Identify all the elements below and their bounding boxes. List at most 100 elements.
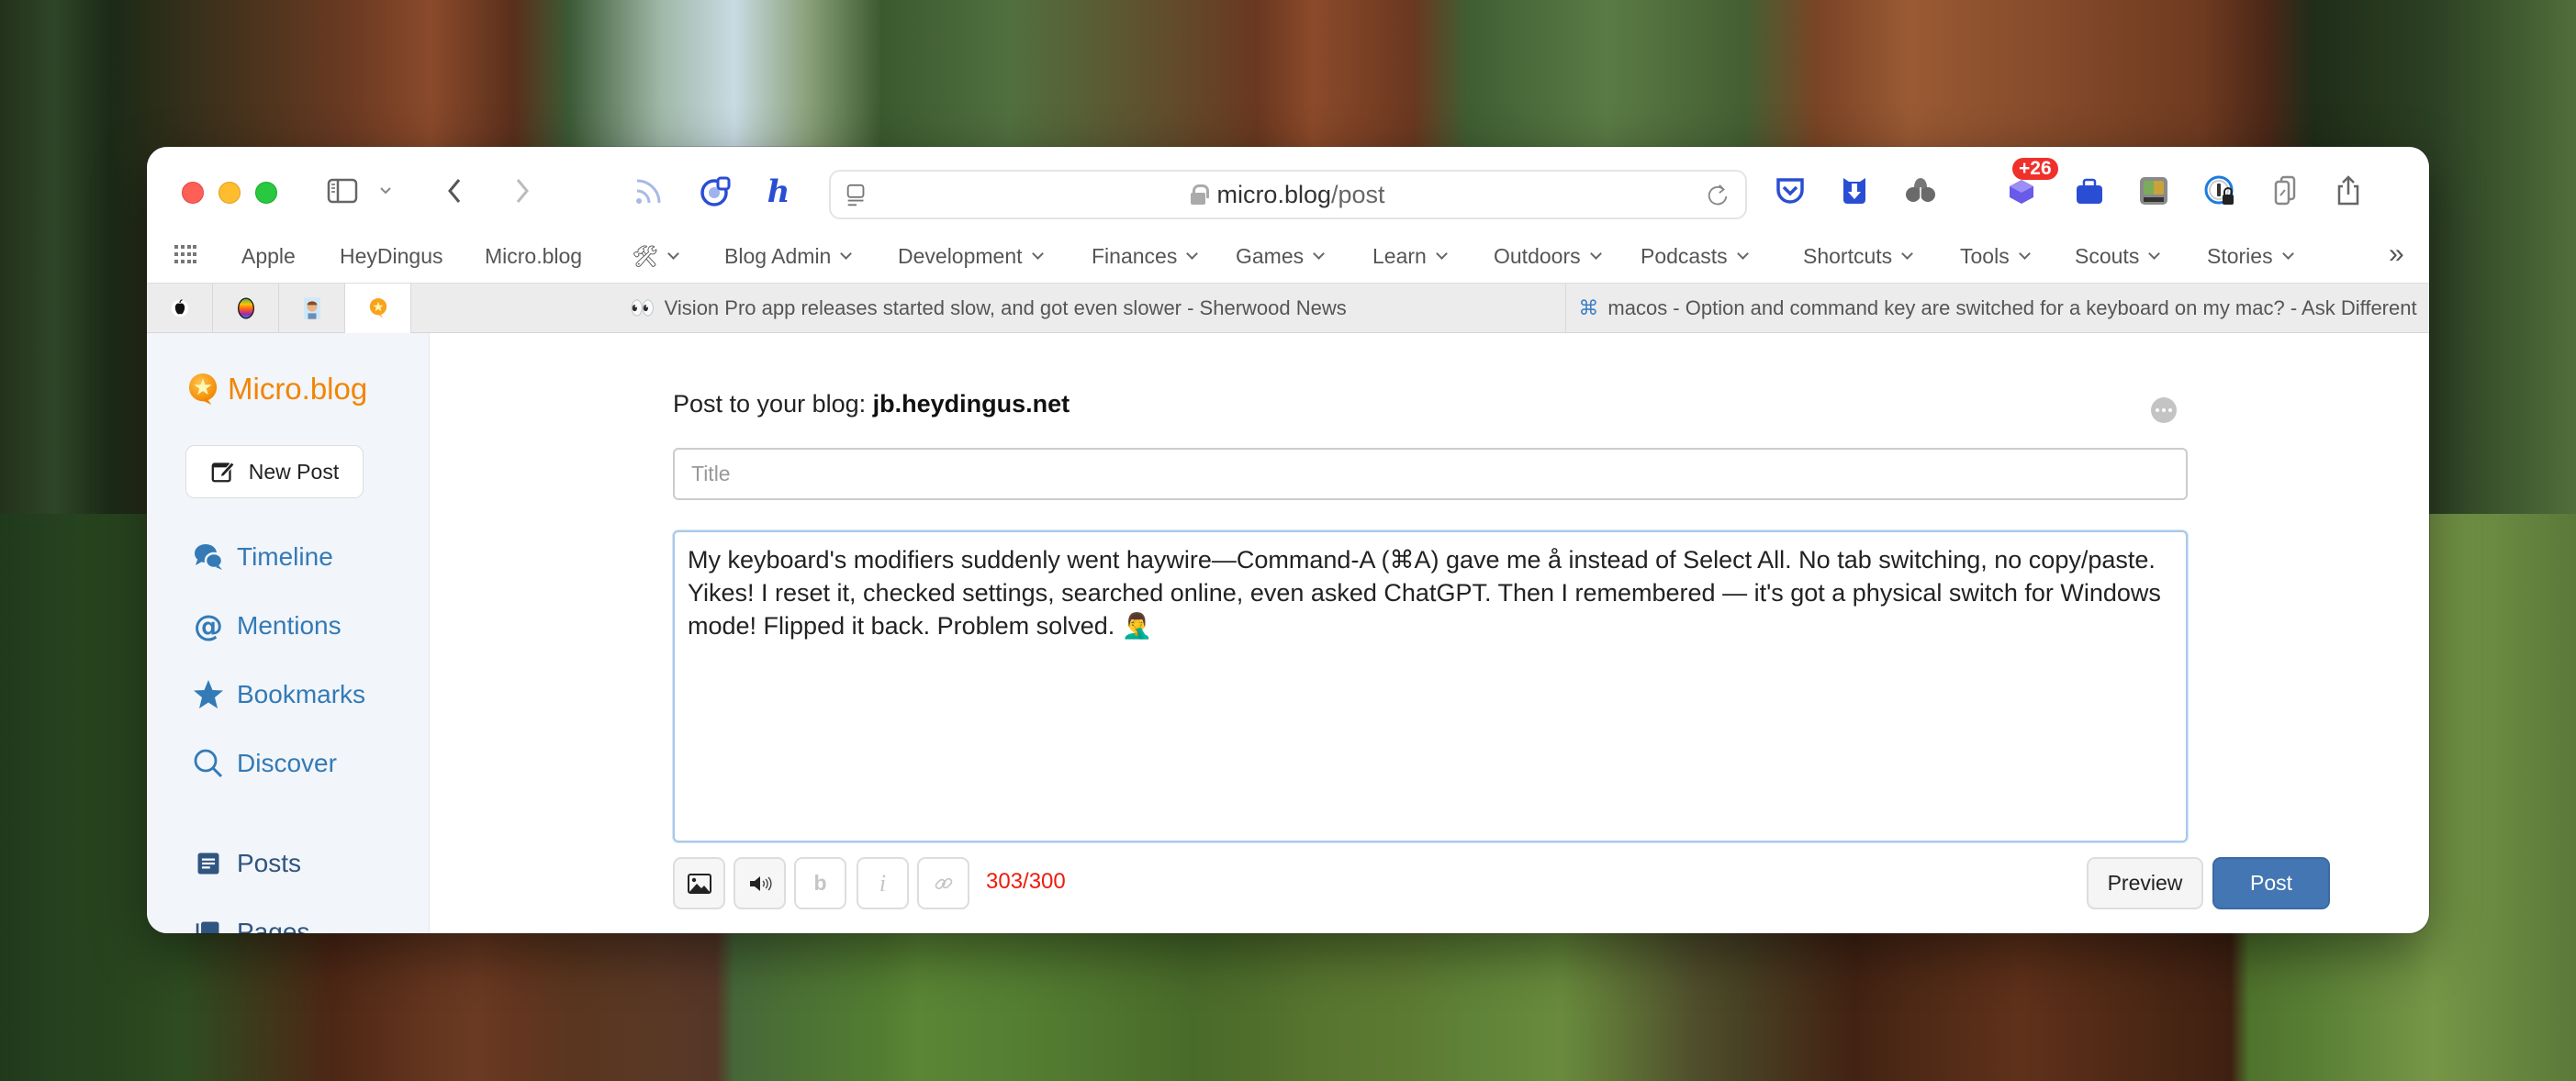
preview-button[interactable]: Preview — [2087, 857, 2203, 909]
rss-extension-icon[interactable] — [632, 174, 665, 207]
chevron-down-icon — [2018, 248, 2031, 260]
sidebar-item-label: Pages — [237, 918, 310, 933]
copy-link-extension-icon[interactable] — [2269, 174, 2302, 207]
sidebar-item-discover[interactable]: Discover — [193, 748, 337, 779]
share-icon[interactable] — [2332, 174, 2365, 207]
sidebar-item-bookmarks[interactable]: Bookmarks — [193, 679, 365, 710]
character-counter: 303/300 — [986, 869, 1066, 894]
tab-sherwood-news[interactable]: 👀 Vision Pro app releases started slow, … — [411, 284, 1566, 333]
new-post-button[interactable]: New Post — [185, 445, 364, 498]
leaf-extension-icon[interactable] — [1904, 174, 1937, 207]
more-options-button[interactable] — [2151, 397, 2177, 423]
bookmark-label: Micro.blog — [485, 244, 583, 268]
italic-icon: i — [879, 869, 887, 897]
moon-extension-icon[interactable] — [700, 174, 733, 207]
preview-label: Preview — [2107, 871, 2183, 895]
post-heading-prefix: Post to your blog: — [673, 390, 873, 418]
bookmark-folder-games[interactable]: Games — [1236, 244, 1326, 269]
chevron-down-icon — [1031, 248, 1044, 260]
bookmark-label: Apple — [241, 244, 296, 268]
dot — [2156, 408, 2159, 412]
terminal-extension-icon[interactable] — [2137, 174, 2170, 207]
pinned-tab-rainbow[interactable] — [213, 284, 279, 333]
url-path: /post — [1331, 180, 1385, 208]
apps-grid-icon[interactable] — [174, 245, 196, 263]
insert-photo-button[interactable] — [673, 857, 725, 909]
title-input[interactable] — [673, 448, 2188, 500]
browser-window: h micro.blog/post +26 Apple HeyDingus Mi… — [147, 147, 2429, 933]
bookmark-label: Shortcuts — [1803, 244, 1893, 268]
bookmark-label: Scouts — [2075, 244, 2140, 268]
chevron-down-icon — [2148, 248, 2161, 260]
pocket-extension-icon[interactable] — [1774, 174, 1807, 207]
close-window-button[interactable] — [182, 182, 204, 204]
bookmark-folder-finances[interactable]: Finances — [1092, 244, 1199, 269]
link-button[interactable] — [917, 857, 969, 909]
sidebar-item-pages[interactable]: Pages — [193, 917, 309, 933]
bookmark-label: Stories — [2207, 244, 2273, 268]
sidebar-toggle-icon[interactable] — [326, 174, 359, 207]
at-icon: @ — [193, 610, 224, 641]
toolbox-extension-icon[interactable] — [2073, 174, 2106, 207]
bookmark-folder-outdoors[interactable]: Outdoors — [1494, 244, 1602, 269]
bookmark-label: Finances — [1092, 244, 1178, 268]
sidebar-item-timeline[interactable]: Timeline — [193, 541, 333, 573]
tab-ask-different[interactable]: ⌘ macos - Option and command key are swi… — [1566, 284, 2429, 333]
post-body-textarea[interactable]: My keyboard's modifiers suddenly went ha… — [673, 530, 2188, 842]
bookmark-folder-stories[interactable]: Stories — [2207, 244, 2294, 269]
tab-title: Vision Pro app releases started slow, an… — [664, 296, 1347, 319]
bookmark-apple[interactable]: Apple — [241, 244, 296, 269]
bookmark-folder-scouts[interactable]: Scouts — [2075, 244, 2161, 269]
italic-button[interactable]: i — [857, 857, 909, 909]
bookmark-label: Learn — [1372, 244, 1427, 268]
sidebar-item-label: Timeline — [237, 542, 333, 571]
1password-extension-icon[interactable] — [2203, 174, 2236, 207]
bookmark-label: Development — [898, 244, 1023, 268]
bookmarks-overflow-button[interactable]: » — [2389, 239, 2404, 270]
chevron-down-icon — [1589, 248, 1602, 260]
eyes-icon: 👀 — [630, 296, 655, 319]
dot — [2168, 408, 2172, 412]
minimize-window-button[interactable] — [218, 182, 241, 204]
bookmarks-bar: Apple HeyDingus Micro.blog 🛠 Blog Admin … — [147, 231, 2429, 283]
sidebar-menu-chevron-icon[interactable] — [376, 174, 395, 207]
overflow-chevrons-icon: » — [2389, 239, 2404, 269]
chevron-down-icon — [1186, 248, 1199, 260]
insert-audio-button[interactable] — [734, 857, 786, 909]
bookmark-folder-learn[interactable]: Learn — [1372, 244, 1448, 269]
bookmark-microblog[interactable]: Micro.blog — [485, 244, 582, 269]
reload-icon[interactable] — [1705, 183, 1730, 213]
post-button[interactable]: Post — [2212, 857, 2330, 909]
chevron-down-icon — [2281, 248, 2294, 260]
bookmark-label: 🛠 — [632, 244, 659, 268]
pinned-tab-avatar[interactable] — [279, 284, 345, 333]
zoom-window-button[interactable] — [255, 182, 277, 204]
brand-logo[interactable]: Micro.blog — [187, 372, 367, 407]
svg-text:h: h — [767, 174, 790, 207]
bookmark-folder-blog-admin[interactable]: Blog Admin — [724, 244, 853, 269]
bookmark-folder-shortcuts[interactable]: Shortcuts — [1803, 244, 1914, 269]
download-extension-icon[interactable] — [1838, 174, 1871, 207]
bookmark-label: Blog Admin — [724, 244, 832, 268]
forward-icon[interactable] — [505, 174, 538, 207]
bookmark-folder-tools[interactable]: Tools — [1960, 244, 2031, 269]
reader-mode-icon[interactable] — [844, 183, 869, 213]
bookmark-folder-tools-emoji[interactable]: 🛠 — [632, 244, 680, 269]
pinned-tab-apple[interactable] — [147, 284, 213, 333]
post-heading: Post to your blog: jb.heydingus.net — [673, 390, 1070, 418]
sidebar-item-posts[interactable]: Posts — [193, 848, 301, 879]
address-bar[interactable]: micro.blog/post — [829, 170, 1747, 219]
rainbow-app-icon — [237, 297, 254, 319]
pinned-tab-microblog[interactable] — [345, 284, 411, 333]
bookmark-folder-development[interactable]: Development — [898, 244, 1044, 269]
sidebar-item-mentions[interactable]: @ Mentions — [193, 610, 342, 641]
bookmark-label: Podcasts — [1641, 244, 1728, 268]
microblog-logo-icon — [188, 373, 218, 405]
bookmark-folder-podcasts[interactable]: Podcasts — [1641, 244, 1749, 269]
bookmark-heydingus[interactable]: HeyDingus — [340, 244, 443, 269]
chevron-down-icon — [1901, 248, 1914, 260]
back-icon[interactable] — [439, 174, 472, 207]
new-post-label: New Post — [248, 459, 340, 484]
bold-button[interactable]: b — [794, 857, 846, 909]
heydingus-extension-icon[interactable]: h — [762, 174, 795, 207]
